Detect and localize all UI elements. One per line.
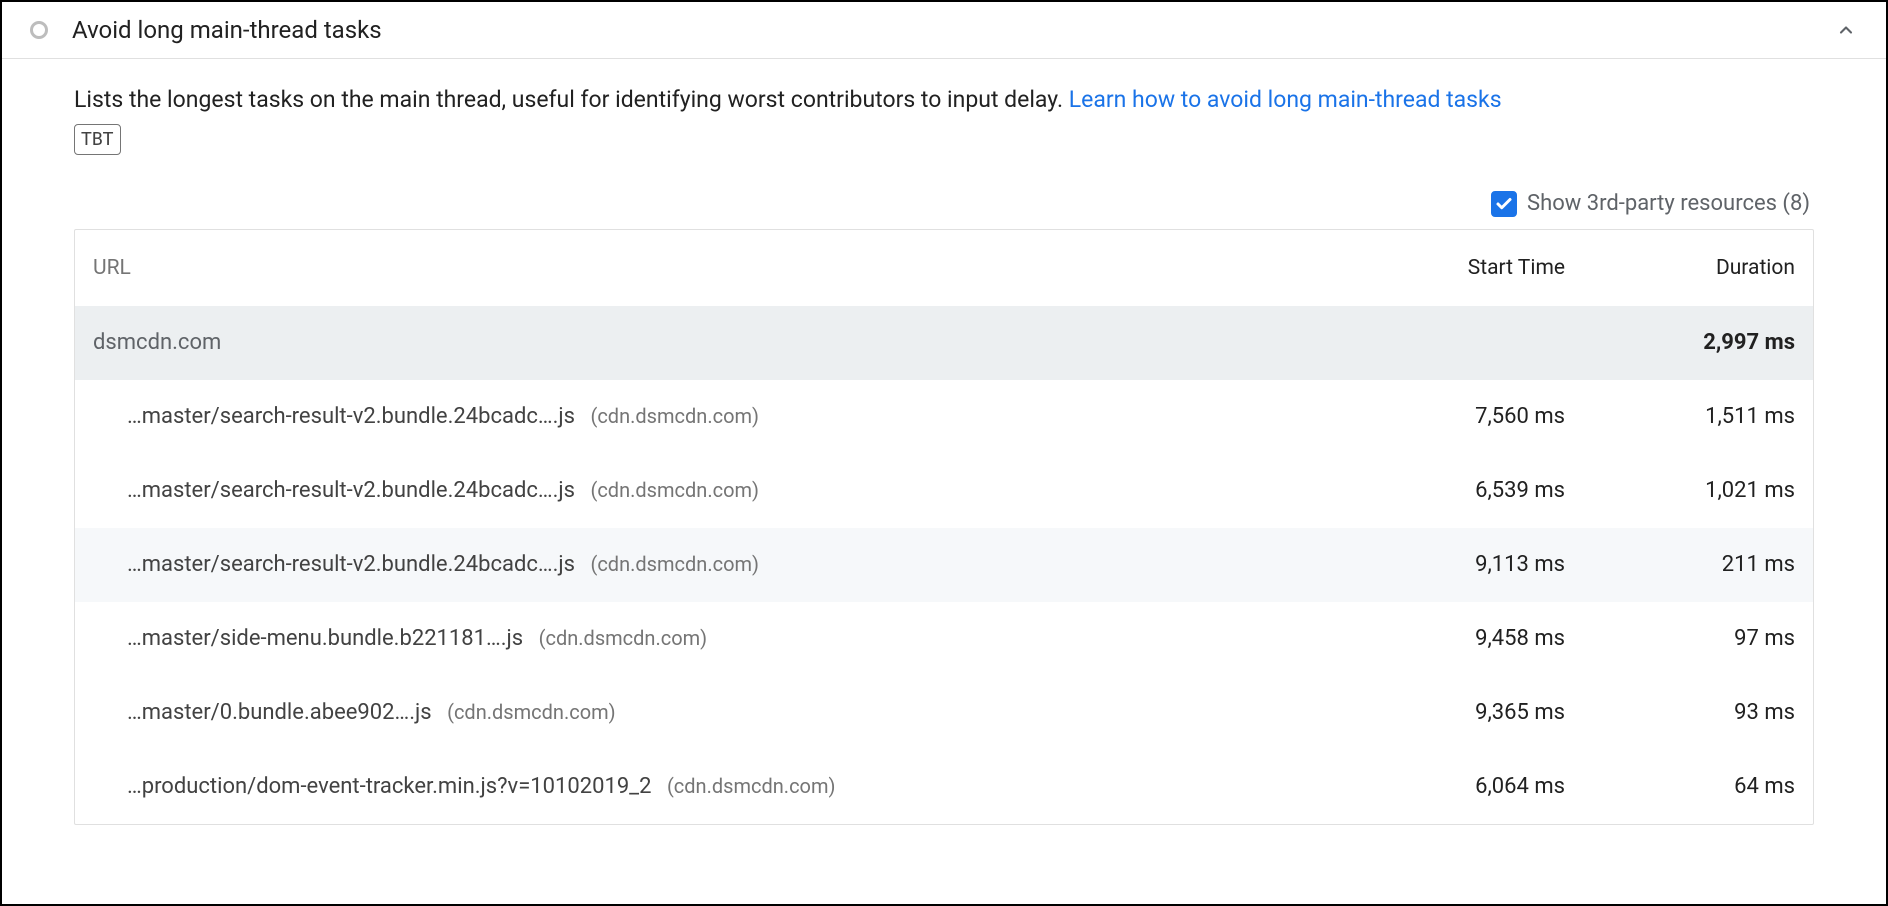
audit-header[interactable]: Avoid long main-thread tasks	[2, 2, 1886, 59]
cell-duration: 1,021 ms	[1565, 478, 1795, 503]
third-party-label: Show 3rd-party resources (8)	[1527, 191, 1810, 216]
cell-duration: 211 ms	[1565, 552, 1795, 577]
file-name: …master/search-result-v2.bundle.24bcadc……	[127, 404, 575, 429]
table-row[interactable]: …production/dom-event-tracker.min.js?v=1…	[75, 750, 1813, 824]
table-row[interactable]: …master/side-menu.bundle.b221181….js (cd…	[75, 602, 1813, 676]
table-controls: Show 3rd-party resources (8)	[74, 191, 1814, 217]
learn-more-link[interactable]: Learn how to avoid long main-thread task…	[1069, 86, 1502, 113]
file-host: (cdn.dsmcdn.com)	[667, 774, 836, 798]
file-host: (cdn.dsmcdn.com)	[590, 552, 759, 576]
cell-url: …production/dom-event-tracker.min.js?v=1…	[93, 774, 1325, 799]
third-party-checkbox[interactable]	[1491, 191, 1517, 217]
cell-url: …master/search-result-v2.bundle.24bcadc……	[93, 404, 1325, 429]
table-row[interactable]: …master/search-result-v2.bundle.24bcadc……	[75, 528, 1813, 602]
file-host: (cdn.dsmcdn.com)	[447, 700, 616, 724]
description-text: Lists the longest tasks on the main thre…	[74, 86, 1069, 113]
cell-url: …master/search-result-v2.bundle.24bcadc……	[93, 478, 1325, 503]
file-host: (cdn.dsmcdn.com)	[590, 478, 759, 502]
metric-tag: TBT	[74, 124, 121, 155]
group-duration: 2,997 ms	[1565, 330, 1795, 355]
chevron-up-icon	[1836, 20, 1856, 40]
table-row[interactable]: …master/0.bundle.abee902….js (cdn.dsmcdn…	[75, 676, 1813, 750]
column-header-start: Start Time	[1325, 256, 1565, 280]
tasks-table: URL Start Time Duration dsmcdn.com 2,997…	[74, 229, 1814, 825]
file-name: …master/side-menu.bundle.b221181….js	[127, 626, 523, 651]
checkmark-icon	[1495, 195, 1513, 213]
file-host: (cdn.dsmcdn.com)	[590, 404, 759, 428]
table-row[interactable]: …master/search-result-v2.bundle.24bcadc……	[75, 454, 1813, 528]
audit-body: Lists the longest tasks on the main thre…	[2, 59, 1886, 825]
cell-url: …master/0.bundle.abee902….js (cdn.dsmcdn…	[93, 700, 1325, 725]
group-host: dsmcdn.com	[93, 330, 1325, 355]
collapse-toggle[interactable]	[1834, 18, 1858, 42]
cell-start: 7,560 ms	[1325, 404, 1565, 429]
cell-url: …master/search-result-v2.bundle.24bcadc……	[93, 552, 1325, 577]
cell-duration: 64 ms	[1565, 774, 1795, 799]
cell-duration: 97 ms	[1565, 626, 1795, 651]
audit-description: Lists the longest tasks on the main thre…	[74, 83, 1814, 155]
cell-duration: 93 ms	[1565, 700, 1795, 725]
file-name: …production/dom-event-tracker.min.js?v=1…	[127, 774, 651, 799]
column-header-duration: Duration	[1565, 256, 1795, 280]
cell-start: 6,539 ms	[1325, 478, 1565, 503]
status-indicator-icon	[30, 21, 48, 39]
table-row[interactable]: …master/search-result-v2.bundle.24bcadc……	[75, 380, 1813, 454]
file-name: …master/search-result-v2.bundle.24bcadc……	[127, 552, 575, 577]
cell-duration: 1,511 ms	[1565, 404, 1795, 429]
column-header-url: URL	[93, 256, 1325, 280]
file-host: (cdn.dsmcdn.com)	[539, 626, 708, 650]
cell-start: 9,113 ms	[1325, 552, 1565, 577]
cell-start: 6,064 ms	[1325, 774, 1565, 799]
cell-start: 9,458 ms	[1325, 626, 1565, 651]
table-header-row: URL Start Time Duration	[75, 230, 1813, 306]
cell-url: …master/side-menu.bundle.b221181….js (cd…	[93, 626, 1325, 651]
cell-start: 9,365 ms	[1325, 700, 1565, 725]
file-name: …master/0.bundle.abee902….js	[127, 700, 432, 725]
audit-title: Avoid long main-thread tasks	[72, 16, 1810, 44]
audit-panel: Avoid long main-thread tasks Lists the l…	[0, 0, 1888, 906]
group-row[interactable]: dsmcdn.com 2,997 ms	[75, 306, 1813, 380]
file-name: …master/search-result-v2.bundle.24bcadc……	[127, 478, 575, 503]
